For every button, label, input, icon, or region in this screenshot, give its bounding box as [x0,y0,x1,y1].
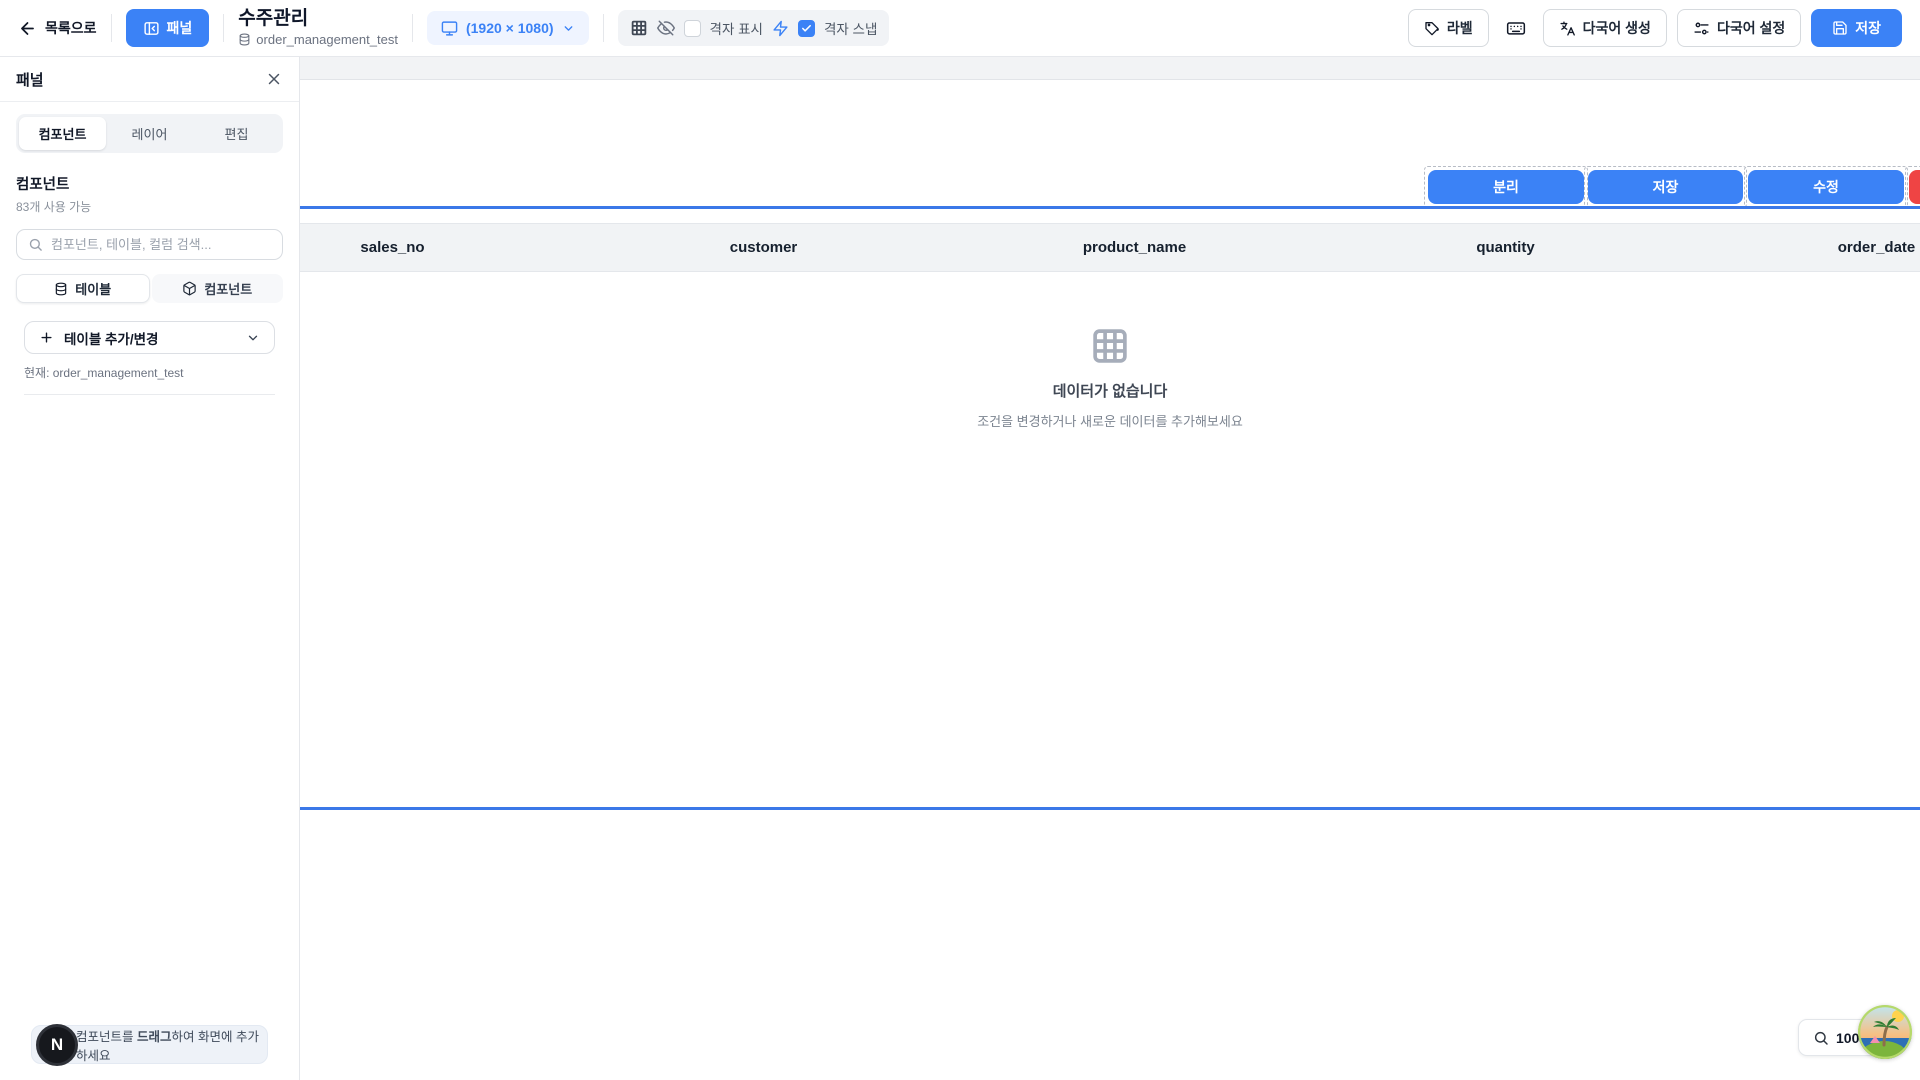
snap-zap-icon [772,20,789,37]
save-icon [1832,20,1848,36]
sliders-icon [1693,20,1710,37]
empty-state-subtitle: 조건을 변경하거나 새로운 데이터를 추가해보세요 [977,411,1243,430]
canvas-button-save[interactable]: 저장 [1588,170,1743,204]
empty-table-icon [1089,325,1131,367]
divider [111,14,112,42]
magnifier-icon [1813,1030,1829,1046]
column-header[interactable]: order_date [1691,224,1920,271]
search-input[interactable] [51,237,271,252]
tag-icon [1424,20,1440,36]
grid-icon [630,19,648,37]
grid-show-checkbox[interactable] [684,20,701,37]
canvas-button-separate[interactable]: 분리 [1428,170,1584,204]
arrow-left-icon [18,19,37,38]
keyboard-shortcuts-button[interactable] [1499,11,1533,45]
column-header[interactable]: sales_no [300,224,578,271]
i18n-generate-button[interactable]: 다국어 생성 [1543,9,1667,47]
editor-canvas[interactable]: 분리 저장 수정 sales_no customer product_name … [300,57,1920,1080]
table-selection-top-border [300,206,1920,209]
panel-toggle-button[interactable]: 패널 [126,9,210,47]
viewport-size-dropdown[interactable]: (1920 × 1080) [427,11,589,45]
canvas-button-danger-clipped[interactable] [1909,170,1920,204]
column-header[interactable]: product_name [949,224,1320,271]
back-to-list-button[interactable]: 목록으로 [18,18,97,38]
column-header[interactable]: quantity [1320,224,1691,271]
chevron-down-icon [562,22,575,35]
app-header: 목록으로 패널 수주관리 order_management_test (1920… [0,0,1920,57]
current-table-label: 현재: order_management_test [24,364,275,381]
component-search [16,229,283,260]
table-selection-bottom-border [300,807,1920,810]
panel-button-label: 패널 [167,18,193,38]
label-button[interactable]: 라벨 [1408,9,1489,47]
components-section-title: 컴포넌트 [16,173,283,194]
tab-layers[interactable]: 레이어 [106,117,193,150]
grid-snap-checkbox[interactable] [798,20,815,37]
grid-settings-group: 격자 표시 격자 스냅 [618,10,890,46]
components-available-count: 83개 사용 가능 [16,198,283,215]
translate-icon [1559,20,1576,37]
monitor-icon [441,20,458,37]
components-panel: 패널 컴포넌트 레이어 편집 컴포넌트 83개 사용 가능 테이블 컴포넌트 [0,57,300,1080]
grid-show-label: 격자 표시 [710,18,763,38]
source-toggle: 테이블 컴포넌트 [16,274,283,303]
tab-edit[interactable]: 편집 [193,117,280,150]
chevron-down-icon [246,331,260,345]
divider [412,14,413,42]
canvas-button-edit[interactable]: 수정 [1748,170,1904,204]
empty-state-title: 데이터가 없습니다 [1053,380,1168,401]
viewport-label: (1920 × 1080) [466,20,554,36]
search-icon [28,237,43,252]
page-title: 수주관리 [238,9,398,30]
toggle-table-button[interactable]: 테이블 [16,274,150,303]
back-label: 목록으로 [45,18,97,38]
add-change-table-dropdown[interactable]: 테이블 추가/변경 [24,321,275,354]
n-cursor-badge: N [36,1024,78,1066]
divider [223,14,224,42]
i18n-settings-button[interactable]: 다국어 설정 [1677,9,1801,47]
close-icon[interactable] [265,70,283,88]
drag-hint: N 컴포넌트를 드래그하여 화면에 추가하세요 [31,1025,268,1064]
eye-off-icon [657,19,675,37]
check-icon [801,23,812,34]
panel-left-icon [143,20,160,37]
divider [603,14,604,42]
toggle-component-button[interactable]: 컴포넌트 [152,274,284,303]
plus-icon [39,330,54,345]
database-icon [54,282,68,296]
panel-title: 패널 [16,69,44,90]
database-icon [238,33,251,46]
keyboard-icon [1506,18,1526,38]
island-logo-icon[interactable] [1858,1005,1912,1059]
save-button[interactable]: 저장 [1811,9,1902,47]
column-header[interactable]: customer [578,224,949,271]
data-table-header-row: sales_no customer product_name quantity … [300,223,1920,272]
grid-snap-label: 격자 스냅 [824,18,877,38]
panel-tabs: 컴포넌트 레이어 편집 [16,114,283,153]
bound-table-subtitle: order_management_test [238,32,398,47]
tab-components[interactable]: 컴포넌트 [19,117,106,150]
package-icon [182,281,197,296]
table-empty-state: 데이터가 없습니다 조건을 변경하거나 새로운 데이터를 추가해보세요 [300,325,1920,430]
